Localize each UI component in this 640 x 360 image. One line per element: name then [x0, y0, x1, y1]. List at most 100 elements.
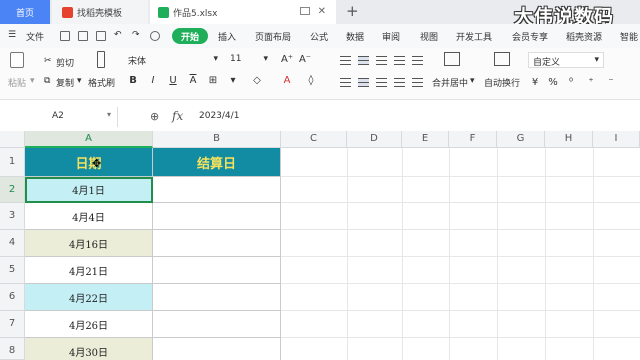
cell-a2[interactable]: 4月1日	[25, 177, 153, 203]
tab-template[interactable]: 找稻壳模板	[52, 0, 148, 24]
row-header-2[interactable]: 2	[0, 177, 25, 203]
wrap-lines-icon[interactable]	[394, 56, 405, 65]
distributed-icon[interactable]	[412, 78, 423, 87]
row-header-8[interactable]: 8	[0, 338, 25, 360]
merge-cells-icon[interactable]	[444, 52, 460, 66]
row-header-6[interactable]: 6	[0, 284, 25, 311]
indent-icon[interactable]	[412, 56, 423, 65]
print-icon[interactable]	[96, 31, 106, 41]
fill-color-icon[interactable]: ◇	[250, 74, 264, 88]
column-header-f[interactable]: F	[449, 131, 497, 148]
cell-b1[interactable]: 结算日	[153, 148, 281, 177]
menu-start[interactable]: 开始	[172, 28, 208, 44]
format-painter-button[interactable]: 格式刷	[88, 76, 115, 89]
cell-b7[interactable]	[153, 311, 281, 338]
select-all-corner[interactable]	[0, 131, 25, 148]
close-icon[interactable]: ✕	[318, 6, 326, 17]
align-left-icon[interactable]	[340, 78, 351, 87]
cell-b2[interactable]	[153, 177, 281, 203]
cell-a1[interactable]: 日期	[25, 148, 153, 177]
cell-a4[interactable]: 4月16日	[25, 230, 153, 257]
menu-developer[interactable]: 开发工具	[456, 30, 492, 43]
monitor-icon[interactable]	[300, 7, 310, 15]
row-header-3[interactable]: 3	[0, 203, 25, 230]
column-header-a[interactable]: A	[25, 131, 153, 148]
redo-icon[interactable]: ↷	[132, 30, 140, 40]
bold-icon[interactable]: B	[126, 74, 140, 88]
row-header-7[interactable]: 7	[0, 311, 25, 338]
underline-icon[interactable]: U	[166, 74, 180, 88]
align-bottom-icon[interactable]	[376, 56, 387, 65]
row-header-5[interactable]: 5	[0, 257, 25, 284]
menu-member[interactable]: 会员专享	[512, 30, 548, 43]
cell-b4[interactable]	[153, 230, 281, 257]
column-header-g[interactable]: G	[497, 131, 545, 148]
format-painter-icon[interactable]	[97, 51, 105, 68]
hamburger-icon[interactable]: ☰	[8, 30, 16, 40]
thousands-icon[interactable]: ⁰	[564, 76, 578, 90]
copy-dropdown-icon[interactable]: ▾	[77, 76, 82, 86]
formula-input[interactable]: 2023/4/1	[199, 111, 239, 121]
border-dropdown-icon[interactable]: ▾	[226, 74, 240, 88]
save-icon[interactable]	[60, 31, 70, 41]
menu-docer[interactable]: 稻壳资源	[566, 30, 602, 43]
new-tab-button[interactable]: +	[346, 2, 359, 20]
column-header-h[interactable]: H	[545, 131, 593, 148]
menu-formulas[interactable]: 公式	[310, 30, 328, 43]
align-center-icon[interactable]	[358, 78, 369, 87]
paste-button[interactable]: 粘贴	[8, 76, 26, 89]
column-header-b[interactable]: B	[153, 131, 281, 148]
menu-file[interactable]: 文件	[26, 30, 44, 43]
fx-icon[interactable]: fx	[172, 109, 183, 123]
cell-a7[interactable]: 4月26日	[25, 311, 153, 338]
number-format-select[interactable]: 自定义 ▾	[528, 52, 604, 68]
percent-icon[interactable]: %	[546, 76, 560, 90]
undo-icon[interactable]: ↶	[114, 30, 122, 40]
column-header-c[interactable]: C	[281, 131, 347, 148]
border-icon[interactable]: ⊞	[206, 74, 220, 88]
column-header-i[interactable]: I	[593, 131, 640, 148]
scissors-icon[interactable]: ✂	[44, 56, 52, 66]
increase-decimal-icon[interactable]: ⁺	[584, 76, 598, 90]
menu-review[interactable]: 审阅	[382, 30, 400, 43]
menu-data[interactable]: 数据	[346, 30, 364, 43]
cell-b3[interactable]	[153, 203, 281, 230]
name-box[interactable]: A2 ▾	[6, 107, 118, 127]
cell-a6[interactable]: 4月22日	[25, 284, 153, 311]
clear-format-icon[interactable]: ◊	[304, 74, 318, 88]
camera-icon[interactable]	[150, 31, 160, 41]
font-grow-icon[interactable]: A⁺	[280, 53, 294, 67]
export-icon[interactable]	[78, 31, 88, 41]
wrap-text-button[interactable]: 自动换行	[484, 76, 520, 89]
cell-b5[interactable]	[153, 257, 281, 284]
paste-icon[interactable]	[10, 52, 24, 68]
copy-icon[interactable]: ⧉	[44, 76, 50, 86]
overline-icon[interactable]: A	[186, 74, 200, 88]
cell-a5[interactable]: 4月21日	[25, 257, 153, 284]
cut-button[interactable]: 剪切	[56, 56, 74, 69]
font-color-icon[interactable]: A	[280, 74, 294, 88]
wrap-text-icon[interactable]	[494, 52, 510, 66]
merge-center-button[interactable]: 合并居中	[432, 76, 468, 89]
font-shrink-icon[interactable]: A⁻	[298, 53, 312, 67]
tab-document[interactable]: 作品5.xlsx ✕	[150, 0, 336, 24]
row-header-1[interactable]: 1	[0, 148, 25, 177]
currency-icon[interactable]: ¥	[528, 76, 542, 90]
font-size-select[interactable]: 11 ▾	[226, 52, 272, 68]
decrease-decimal-icon[interactable]: ⁻	[604, 76, 618, 90]
column-header-e[interactable]: E	[402, 131, 449, 148]
align-right-icon[interactable]	[376, 78, 387, 87]
justify-icon[interactable]	[394, 78, 405, 87]
font-name-select[interactable]: 宋体 ▾	[124, 52, 222, 68]
cell-a8[interactable]: 4月30日	[25, 338, 153, 360]
zoom-icon[interactable]: ⊕	[150, 110, 159, 123]
menu-page-layout[interactable]: 页面布局	[255, 30, 291, 43]
align-middle-icon[interactable]	[358, 56, 369, 65]
tab-home[interactable]: 首页	[0, 0, 50, 24]
italic-icon[interactable]: I	[146, 74, 160, 88]
menu-insert[interactable]: 插入	[218, 30, 236, 43]
align-top-icon[interactable]	[340, 56, 351, 65]
menu-smart[interactable]: 智能	[620, 30, 638, 43]
cell-a3[interactable]: 4月4日	[25, 203, 153, 230]
merge-dropdown-icon[interactable]: ▾	[470, 76, 475, 86]
